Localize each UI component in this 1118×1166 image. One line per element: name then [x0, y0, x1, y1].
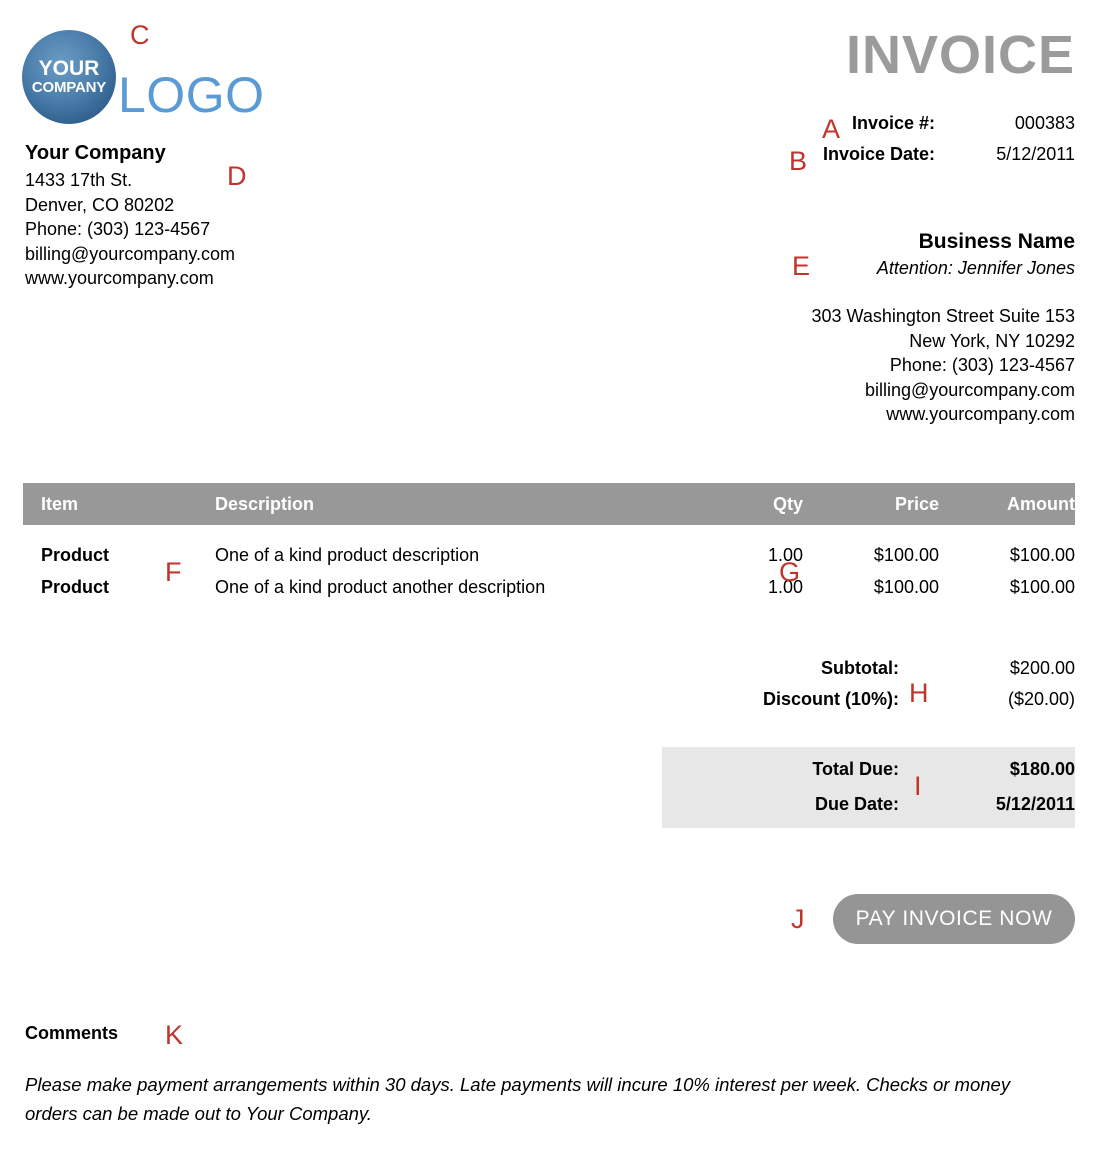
cell-price: $100.00 — [873, 544, 939, 565]
subtotal-row: Subtotal: $200.00 — [662, 658, 1075, 689]
total-due-label: Total Due: — [812, 759, 899, 779]
cell-amount: $100.00 — [1009, 576, 1075, 597]
company-logo: YOUR COMPANY LOGO — [22, 28, 292, 128]
invoice-number-value: 000383 — [1014, 113, 1075, 133]
total-due-value: $180.00 — [1009, 759, 1075, 779]
marker-b: B — [789, 146, 808, 176]
discount-row: Discount (10%): ($20.00) — [662, 689, 1075, 720]
column-header-description: Description — [215, 493, 315, 514]
invoice-page: YOUR COMPANY LOGO C INVOICE Invoice #: 0… — [0, 0, 1118, 1166]
due-date-row: Due Date: 5/12/2011 — [662, 794, 1075, 829]
logo-circle-icon: YOUR COMPANY — [22, 30, 116, 124]
marker-g: G — [779, 557, 801, 587]
discount-value: ($20.00) — [1007, 689, 1075, 709]
recipient-street: 303 Washington Street Suite 153 — [811, 306, 1075, 326]
marker-c: C — [130, 20, 150, 50]
cell-price: $100.00 — [873, 576, 939, 597]
column-header-price: Price — [894, 493, 939, 514]
comments-heading: Comments — [25, 1023, 119, 1043]
logo-wordmark: LOGO — [118, 67, 265, 123]
marker-d: D — [227, 161, 247, 191]
page-title: INVOICE — [845, 25, 1075, 85]
invoice-date-label: Invoice Date: — [822, 144, 935, 164]
recipient-city-state-zip: New York, NY 10292 — [909, 330, 1075, 351]
due-date-value: 5/12/2011 — [995, 794, 1075, 814]
recipient-attention: Attention: Jennifer Jones — [876, 258, 1075, 278]
invoice-number-label: Invoice #: — [851, 113, 935, 133]
pay-invoice-button[interactable]: PAY INVOICE NOW — [833, 894, 1075, 944]
column-header-item: Item — [41, 493, 79, 514]
marker-a: A — [822, 114, 841, 144]
recipient-address-lines: 303 Washington Street Suite 153 New York… — [555, 304, 1075, 427]
sender-city-state-zip: Denver, CO 80202 — [25, 194, 175, 215]
cell-description: One of a kind product another descriptio… — [215, 576, 546, 597]
total-due-box: Total Due: $180.00 Due Date: 5/12/2011 — [662, 747, 1075, 828]
cell-item: Product — [41, 576, 110, 597]
table-header-row: Item Description Qty Price Amount — [23, 483, 1075, 525]
totals-summary: Subtotal: $200.00 Discount (10%): ($20.0… — [662, 658, 1075, 720]
subtotal-value: $200.00 — [1009, 658, 1075, 678]
marker-e: E — [792, 251, 811, 281]
discount-label: Discount (10%): — [762, 689, 899, 709]
marker-j: J — [791, 904, 805, 934]
column-header-amount: Amount — [1007, 493, 1075, 514]
invoice-date-value: 5/12/2011 — [996, 144, 1075, 164]
logo-circle-line1: YOUR — [38, 57, 100, 80]
cell-item: Product — [41, 544, 110, 565]
marker-h: H — [909, 678, 929, 708]
recipient-phone: Phone: (303) 123-4567 — [889, 355, 1075, 375]
marker-i: I — [914, 771, 922, 801]
cell-amount: $100.00 — [1009, 544, 1075, 565]
cell-description: One of a kind product description — [215, 544, 480, 565]
comments-text: Please make payment arrangements within … — [25, 1074, 1011, 1124]
logo-circle-line2: COMPANY — [31, 79, 107, 96]
total-due-row: Total Due: $180.00 — [662, 759, 1075, 794]
recipient-website: www.yourcompany.com — [886, 404, 1075, 424]
sender-phone: Phone: (303) 123-4567 — [25, 219, 211, 239]
sender-email: billing@yourcompany.com — [25, 243, 236, 264]
column-header-qty: Qty — [772, 493, 803, 514]
marker-f: F — [165, 557, 182, 587]
invoice-number-row: Invoice #: 000383 — [655, 113, 1075, 144]
sender-website: www.yourcompany.com — [25, 268, 214, 288]
recipient-address-block: Business Name Attention: Jennifer Jones … — [555, 228, 1075, 427]
invoice-date-row: Invoice Date: 5/12/2011 — [655, 144, 1075, 175]
invoice-meta: Invoice #: 000383 Invoice Date: 5/12/201… — [655, 113, 1075, 175]
due-date-label: Due Date: — [814, 794, 899, 814]
recipient-email: billing@yourcompany.com — [864, 379, 1075, 400]
recipient-name: Business Name — [918, 230, 1075, 253]
subtotal-label: Subtotal: — [821, 658, 899, 678]
marker-k: K — [165, 1020, 184, 1050]
